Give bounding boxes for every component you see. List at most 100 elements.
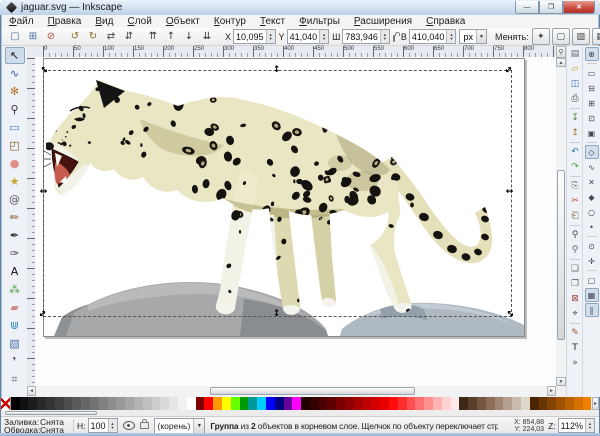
dropper-tool[interactable]: ❜ xyxy=(5,353,25,370)
snap-bbox-edge-midpoints-toggle[interactable]: ⊡ xyxy=(585,111,599,125)
palette-swatch[interactable] xyxy=(363,397,372,410)
snap-bbox-corners-toggle[interactable]: ⊞ xyxy=(585,96,599,110)
raise-button[interactable]: ↑ xyxy=(163,29,179,44)
snap-bbox-edges-toggle[interactable]: ⊟ xyxy=(585,81,599,95)
spiral-tool[interactable]: @ xyxy=(5,191,25,208)
units-dropdown[interactable]: px▼ xyxy=(459,29,487,44)
flip-vertical-button[interactable]: ⇵ xyxy=(121,29,137,44)
palette-swatch[interactable] xyxy=(266,397,275,410)
fill-stroke-indicator[interactable]: Заливка:Снята Обводка:Снята xyxy=(1,418,70,434)
palette-swatch[interactable] xyxy=(389,397,398,410)
palette-swatch[interactable] xyxy=(28,397,37,410)
menu-item-8[interactable]: Расширения xyxy=(347,15,419,28)
palette-swatch[interactable] xyxy=(169,397,178,410)
move-gradients-toggle[interactable]: ▧ xyxy=(572,28,590,45)
maximize-button[interactable]: ❒ xyxy=(539,1,563,14)
palette-swatch[interactable] xyxy=(371,397,380,410)
palette-swatch[interactable] xyxy=(125,397,134,410)
star-tool[interactable]: ★ xyxy=(5,173,25,190)
lower-button[interactable]: ↓ xyxy=(181,29,197,44)
move-patterns-toggle[interactable]: ▦ xyxy=(592,28,600,45)
y-field[interactable]: 41,040▲▼ xyxy=(287,29,330,44)
paste-button[interactable]: ⎗ xyxy=(568,209,582,223)
calligraphy-tool[interactable]: ✑ xyxy=(5,245,25,262)
menu-item-2[interactable]: Вид xyxy=(88,15,120,28)
cut-button[interactable]: ✂ xyxy=(568,194,582,208)
palette-swatch[interactable] xyxy=(301,397,310,410)
vertical-scroll-thumb[interactable] xyxy=(557,170,565,340)
selection-handle-e[interactable]: ↔ xyxy=(505,188,514,197)
menu-item-7[interactable]: Фильтры xyxy=(292,15,347,28)
paint-bucket-tool[interactable]: ⋓ xyxy=(5,317,25,334)
palette-swatch[interactable] xyxy=(547,397,556,410)
palette-swatch[interactable] xyxy=(433,397,442,410)
menu-item-9[interactable]: Справка xyxy=(419,15,472,28)
3d-box-tool[interactable]: ◰ xyxy=(5,137,25,154)
palette-swatch[interactable] xyxy=(257,397,266,410)
palette-swatch[interactable] xyxy=(11,397,20,410)
create-clone-button[interactable]: ❐ xyxy=(568,277,582,291)
scroll-right-button[interactable]: ► xyxy=(547,386,556,396)
connector-tool[interactable]: ⌗ xyxy=(5,371,25,388)
eraser-tool[interactable]: ▰ xyxy=(5,299,25,316)
layer-lock-icon[interactable] xyxy=(140,422,149,429)
selector-tool[interactable]: ↖ xyxy=(5,47,25,64)
palette-swatch[interactable] xyxy=(72,397,81,410)
scale-stroke-toggle[interactable]: ✦ xyxy=(532,28,550,45)
palette-swatch[interactable] xyxy=(521,397,530,410)
gradient-tool[interactable]: ▧ xyxy=(5,335,25,352)
palette-swatch[interactable] xyxy=(81,397,90,410)
palette-swatch[interactable] xyxy=(459,397,468,410)
palette-swatch[interactable] xyxy=(231,397,240,410)
snap-object-centers-toggle[interactable]: ⊙ xyxy=(585,239,599,253)
opacity-spinbox[interactable]: 100▲▼ xyxy=(88,418,118,433)
scale-corners-toggle[interactable]: ▢ xyxy=(552,28,570,45)
menu-item-6[interactable]: Текст xyxy=(253,15,292,28)
minimize-button[interactable]: — xyxy=(515,1,539,14)
scroll-left-button[interactable]: ◄ xyxy=(27,386,36,396)
palette-swatch[interactable] xyxy=(442,397,451,410)
snap-smooth-nodes-toggle[interactable]: ○ xyxy=(585,205,599,219)
palette-swatch[interactable] xyxy=(503,397,512,410)
palette-swatch[interactable] xyxy=(240,397,249,410)
text-dialog-button[interactable]: T xyxy=(568,341,582,355)
open-document-button[interactable]: ▱ xyxy=(568,62,582,76)
palette-swatch[interactable] xyxy=(64,397,73,410)
palette-swatch[interactable] xyxy=(55,397,64,410)
palette-swatch[interactable] xyxy=(477,397,486,410)
spray-tool[interactable]: ⁂ xyxy=(5,281,25,298)
palette-swatch[interactable] xyxy=(556,397,565,410)
palette-swatch[interactable] xyxy=(248,397,257,410)
snap-cusp-nodes-toggle[interactable]: ◆ xyxy=(585,190,599,204)
snap-paths-toggle[interactable]: ∿ xyxy=(585,160,599,174)
copy-button[interactable]: ⎘ xyxy=(568,179,582,193)
redo-button[interactable]: ↷ xyxy=(568,160,582,174)
palette-swatch[interactable] xyxy=(530,397,539,410)
palette-swatch[interactable] xyxy=(565,397,574,410)
overflow-button[interactable]: » xyxy=(568,356,582,370)
palette-swatch[interactable] xyxy=(204,397,213,410)
palette-swatch[interactable] xyxy=(160,397,169,410)
zoom-spinbox[interactable]: 112%▲▼ xyxy=(558,418,595,433)
palette-swatch[interactable] xyxy=(495,397,504,410)
height-field[interactable]: 410,040▲▼ xyxy=(409,29,457,44)
palette-swatch[interactable] xyxy=(116,397,125,410)
menu-item-4[interactable]: Объект xyxy=(159,15,207,28)
palette-swatch[interactable] xyxy=(345,397,354,410)
select-all-button[interactable]: ▢ xyxy=(7,29,23,44)
selection-handle-w[interactable]: ↔ xyxy=(39,188,48,197)
palette-swatch[interactable] xyxy=(90,397,99,410)
menu-item-5[interactable]: Контур xyxy=(207,15,253,28)
palette-swatch[interactable] xyxy=(354,397,363,410)
horizontal-scrollbar[interactable]: ◄ ► xyxy=(27,386,556,396)
palette-swatch[interactable] xyxy=(407,397,416,410)
palette-swatch[interactable] xyxy=(310,397,319,410)
palette-swatch[interactable] xyxy=(415,397,424,410)
menu-item-0[interactable]: Файл xyxy=(2,15,41,28)
palette-swatch[interactable] xyxy=(319,397,328,410)
palette-swatch[interactable] xyxy=(275,397,284,410)
palette-swatch[interactable] xyxy=(292,397,301,410)
save-document-button[interactable]: ◫ xyxy=(568,77,582,91)
palette-swatch[interactable] xyxy=(134,397,143,410)
zoom-tool[interactable]: ⚲ xyxy=(5,101,25,118)
